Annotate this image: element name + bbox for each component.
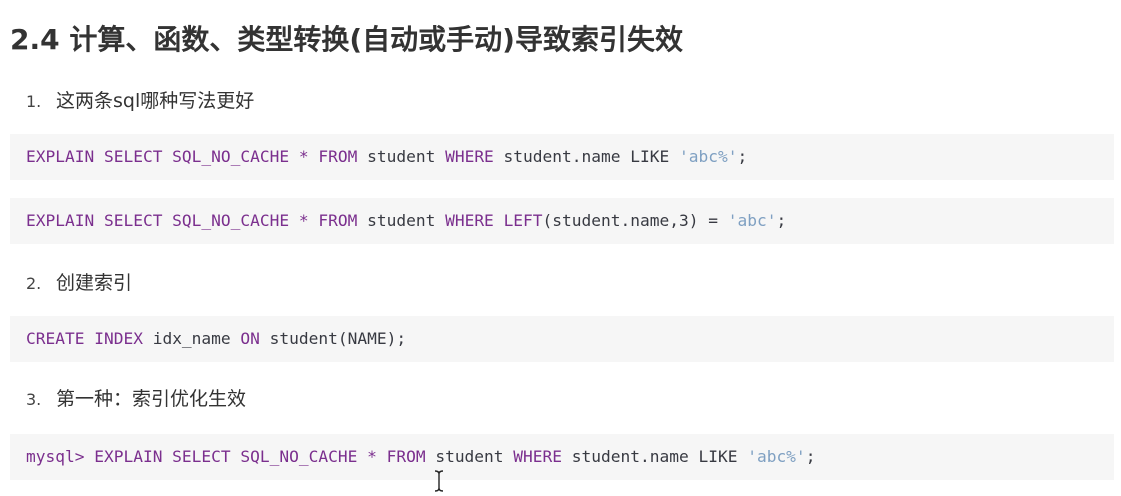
section-heading: 2.4 计算、函数、类型转换(自动或手动)导致索引失效 (10, 23, 683, 56)
list-text: 第一种：索引优化生效 (56, 388, 247, 410)
code-string: 'abc%' (747, 447, 806, 466)
code-text: student.name LIKE (562, 447, 748, 466)
code-keyword: FROM (318, 147, 358, 166)
code-keyword: ON (240, 329, 260, 348)
code-block-4: mysql> EXPLAIN SELECT SQL_NO_CACHE * FRO… (10, 434, 1114, 480)
list-item-1: 1. 这两条sql哪种写法更好 (26, 86, 254, 113)
document-page: 2.4 计算、函数、类型转换(自动或手动)导致索引失效 1. 这两条sql哪种写法… (0, 0, 1121, 496)
code-string: 'abc' (727, 211, 777, 230)
text-cursor-icon (434, 470, 444, 492)
code-text: mysql> EXPLAIN SELECT SQL_NO_CACHE * (26, 447, 387, 466)
list-number: 2. (26, 274, 42, 293)
code-text: ; (776, 211, 787, 230)
code-text: ; (805, 447, 816, 466)
code-text: student(NAME); (259, 329, 407, 348)
list-item-3: 3. 第一种：索引优化生效 (26, 384, 246, 411)
code-text: ; (737, 147, 748, 166)
code-keyword: WHERE (513, 447, 563, 466)
code-keyword: CREATE INDEX (26, 329, 143, 348)
code-keyword: FROM (318, 211, 358, 230)
list-text: 这两条sql哪种写法更好 (56, 90, 255, 112)
code-text: EXPLAIN SELECT SQL_NO_CACHE * (26, 147, 319, 166)
code-string: 'abc%' (678, 147, 738, 166)
code-keyword: WHERE (445, 147, 494, 166)
code-block-3: CREATE INDEX idx_name ON student(NAME); (10, 316, 1114, 362)
list-number: 3. (26, 390, 42, 409)
code-keyword: WHERE (445, 211, 494, 230)
list-text: 创建索引 (56, 272, 133, 294)
code-text: student (425, 447, 514, 466)
code-text: student (357, 211, 446, 230)
code-text: (student.name,3) = (542, 211, 728, 230)
code-block-1: EXPLAIN SELECT SQL_NO_CACHE * FROM stude… (10, 134, 1114, 180)
code-block-2: EXPLAIN SELECT SQL_NO_CACHE * FROM stude… (10, 198, 1114, 244)
code-keyword: FROM (386, 447, 426, 466)
list-number: 1. (26, 92, 42, 111)
code-text: student.name LIKE (493, 147, 679, 166)
list-item-2: 2. 创建索引 (26, 268, 132, 295)
code-text: idx_name (142, 329, 241, 348)
code-keyword: LEFT (503, 211, 543, 230)
code-text: student (357, 147, 446, 166)
code-text: EXPLAIN SELECT SQL_NO_CACHE * (26, 211, 319, 230)
